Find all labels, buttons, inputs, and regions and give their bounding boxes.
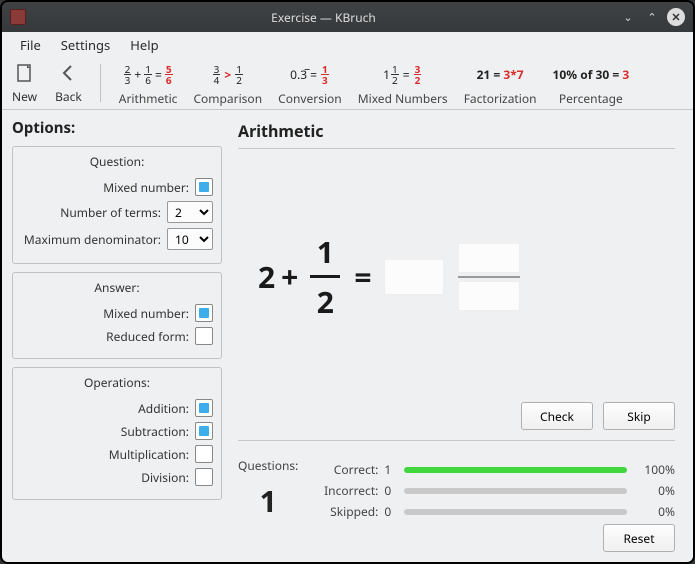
stats-area: Questions: 1 Correct: 1 100% Incorrect: … (238, 449, 675, 552)
stat-bars: Correct: 1 100% Incorrect: 0 0% Sk (316, 457, 675, 552)
menubar: File Settings Help (2, 32, 693, 58)
divider (238, 148, 675, 149)
add-label: Addition: (138, 400, 189, 417)
question-group: Question: Mixed number: Number of terms:… (12, 146, 222, 264)
tab-mixed-numbers[interactable]: 1 12 = 32 Mixed Numbers (358, 62, 448, 107)
new-label: New (12, 88, 37, 105)
exercise-heading: Arithmetic (238, 120, 675, 142)
answer-num-input[interactable] (458, 243, 520, 273)
answer-den-input[interactable] (458, 281, 520, 311)
tab-mixed-label: Mixed Numbers (358, 90, 448, 107)
maximize-button[interactable]: ⌃ (643, 8, 661, 26)
terms-label: Number of terms: (60, 204, 161, 221)
questions-count: 1 (260, 480, 277, 521)
tab-percent-icon: 10% of 30 = 3 (553, 62, 630, 86)
div-label: Division: (141, 469, 189, 486)
correct-row: Correct: 1 100% (316, 461, 675, 478)
answer-group: Answer: Mixed number: Reduced form: (12, 272, 222, 359)
new-icon (14, 62, 36, 84)
toolbar-separator (100, 64, 101, 102)
denom-label: Maximum denominator: (24, 231, 161, 248)
tab-conversion-icon: 0.3̅ = 13 (290, 62, 330, 86)
window: Exercise — KBruch ⌄ ⌃ ✕ File Settings He… (0, 0, 695, 564)
tab-arithmetic-icon: 23 + 16 = 56 (123, 62, 174, 86)
expr-fraction: 1 2 (310, 231, 340, 322)
main-panel: Arithmetic 2 + 1 2 = (232, 110, 693, 562)
tab-arithmetic-label: Arithmetic (119, 90, 178, 107)
toolbar: New Back 23 + 16 = 56 Arithmetic (2, 58, 693, 110)
denom-select[interactable]: 10 (167, 228, 213, 250)
options-heading: Options: (12, 118, 222, 138)
expression: 2 + 1 2 = (258, 231, 520, 322)
check-button[interactable]: Check (521, 402, 593, 430)
incorrect-row: Incorrect: 0 0% (316, 482, 675, 499)
minimize-button[interactable]: ⌄ (619, 8, 637, 26)
window-title: Exercise — KBruch (34, 9, 613, 26)
ans-mixed-label: Mixed number: (103, 305, 189, 322)
tab-comparison-icon: 34 > 12 (212, 62, 244, 86)
expr-whole: 2 (258, 256, 275, 297)
reset-button[interactable]: Reset (603, 524, 675, 552)
ops-title: Operations: (21, 374, 213, 391)
expr-op: + (281, 256, 298, 297)
skipped-row: Skipped: 0 0% (316, 503, 675, 520)
close-button[interactable]: ✕ (667, 8, 685, 26)
exercise-area: 2 + 1 2 = (238, 157, 675, 396)
sub-label: Subtraction: (121, 423, 189, 440)
answer-title: Answer: (21, 279, 213, 296)
action-buttons: Check Skip (238, 402, 675, 430)
tab-conversion[interactable]: 0.3̅ = 13 Conversion (278, 62, 342, 107)
tab-conversion-label: Conversion (278, 90, 342, 107)
options-panel: Options: Question: Mixed number: Number … (2, 110, 232, 562)
tab-mixed-icon: 1 12 = 32 (383, 62, 422, 86)
tab-percent-label: Percentage (559, 90, 623, 107)
tab-factorization[interactable]: 21 = 3*7 Factorization (464, 62, 537, 107)
menu-settings[interactable]: Settings (51, 33, 120, 57)
expr-den: 2 (317, 281, 334, 322)
skip-button[interactable]: Skip (603, 402, 675, 430)
div-checkbox[interactable] (195, 468, 213, 486)
terms-select[interactable]: 2 (167, 201, 213, 223)
tab-comparison-label: Comparison (193, 90, 262, 107)
menu-file[interactable]: File (10, 33, 51, 57)
tab-factor-icon: 21 = 3*7 (477, 62, 524, 86)
menu-help[interactable]: Help (120, 33, 168, 57)
new-button[interactable]: New (12, 62, 37, 105)
questions-col: Questions: 1 (238, 457, 298, 521)
sub-checkbox[interactable] (195, 422, 213, 440)
correct-fill (404, 467, 627, 473)
operations-group: Operations: Addition: Subtraction: Multi… (12, 367, 222, 500)
body: Options: Question: Mixed number: Number … (2, 110, 693, 562)
expr-num: 1 (311, 231, 340, 272)
answer-fraction-line (458, 276, 520, 278)
tab-comparison[interactable]: 34 > 12 Comparison (193, 62, 262, 107)
answer-fraction (458, 241, 520, 313)
divider-2 (238, 440, 675, 441)
ans-mixed-checkbox[interactable] (195, 304, 213, 322)
questions-label: Questions: (238, 457, 298, 474)
mul-checkbox[interactable] (195, 445, 213, 463)
tab-arithmetic[interactable]: 23 + 16 = 56 Arithmetic (119, 62, 178, 107)
mixed-number-checkbox[interactable] (195, 178, 213, 196)
tab-percentage[interactable]: 10% of 30 = 3 Percentage (553, 62, 630, 107)
app-icon (10, 9, 26, 25)
expr-eq: = (354, 256, 371, 297)
add-checkbox[interactable] (195, 399, 213, 417)
reduced-label: Reduced form: (106, 328, 189, 345)
correct-bar (404, 467, 627, 473)
question-title: Question: (21, 153, 213, 170)
answer-whole-input[interactable] (384, 259, 444, 295)
back-icon (57, 62, 79, 84)
mixed-number-label: Mixed number: (103, 179, 189, 196)
back-label: Back (55, 88, 82, 105)
tab-factor-label: Factorization (464, 90, 537, 107)
reduced-checkbox[interactable] (195, 327, 213, 345)
incorrect-bar (404, 488, 627, 494)
content: File Settings Help New Back 23 (2, 32, 693, 562)
mul-label: Multiplication: (109, 446, 189, 463)
fraction-line (310, 275, 340, 278)
back-button[interactable]: Back (55, 62, 82, 105)
skipped-bar (404, 509, 627, 515)
titlebar[interactable]: Exercise — KBruch ⌄ ⌃ ✕ (2, 2, 693, 32)
